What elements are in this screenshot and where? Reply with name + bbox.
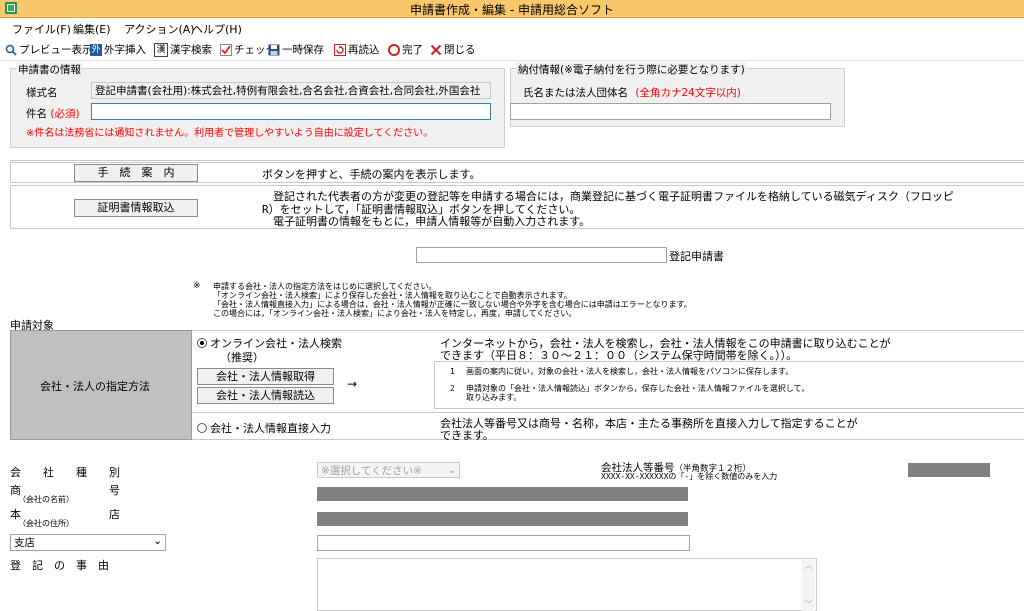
company-type-select-value: ※選択してください※ xyxy=(321,465,422,477)
subject-label: 件名 (必須) xyxy=(26,106,80,121)
corp-number-format: XXXX-XX-XXXXXXの「-」を除く数値のみを入力 xyxy=(601,472,778,481)
close-button[interactable]: 閉じる xyxy=(430,41,476,58)
trade-name-sub: （会社の名前） xyxy=(18,495,74,504)
step2-number: 2 xyxy=(450,384,455,393)
arrow-icon: → xyxy=(347,377,358,391)
step1-number: 1 xyxy=(450,367,455,376)
method-label: 会社・法人の指定方法 xyxy=(40,380,150,393)
payer-name-label-text: 氏名または法人団体名 xyxy=(523,87,628,99)
menu-edit[interactable]: 編集(E) xyxy=(73,21,111,37)
company-type-label: 会 社 種 別 xyxy=(10,466,120,479)
chevron-down-icon: ⌄ xyxy=(153,535,162,547)
preview-button[interactable]: プレビュー表示 xyxy=(5,41,93,58)
close-label: 閉じる xyxy=(444,44,476,56)
kanji-search-label: 漢字検索 xyxy=(170,44,212,56)
application-info-legend: 申請書の情報 xyxy=(16,62,83,77)
reload-icon xyxy=(334,43,346,56)
check-icon xyxy=(220,43,232,56)
subject-input[interactable] xyxy=(91,103,491,120)
radio-unselected-icon xyxy=(197,423,207,433)
corp-number-input[interactable] xyxy=(908,463,990,477)
notice-line1: 申請する会社・法人の指定方法をはじめに選択してください。 xyxy=(213,282,437,291)
radio-selected-icon xyxy=(197,338,207,348)
notice-mark: ※ xyxy=(193,281,201,291)
complete-label: 完了 xyxy=(402,44,423,56)
preview-label: プレビュー表示 xyxy=(19,44,93,56)
payment-info-legend: 納付情報(※電子納付を行う際に必要となります) xyxy=(516,62,747,77)
payer-name-label: 氏名または法人団体名 (全角カナ24文字以内) xyxy=(523,85,741,100)
required-mark: (必須) xyxy=(50,108,80,120)
branch-select[interactable]: 支店 ⌄ xyxy=(10,534,166,551)
complete-button[interactable]: 完了 xyxy=(388,41,423,58)
notice-line3: 「会社・法人情報直接入力」による場合は，会社・法人情報が正確に一致しない場合や外… xyxy=(213,300,692,309)
reason-scrollbar[interactable]: ︿ ﹀ xyxy=(802,560,815,611)
subject-label-text: 件名 xyxy=(26,108,47,120)
reload-button[interactable]: 再読込 xyxy=(334,41,380,58)
menu-file[interactable]: ファイル(F) xyxy=(12,21,71,37)
form-title-label: 登記申請書 xyxy=(669,250,724,263)
payer-name-hint: (全角カナ24文字以内) xyxy=(635,87,741,99)
divider xyxy=(10,160,1024,161)
form-name-field: 登記申請書(会社用):株式会社,特例有限会社,合名会社,合資会社,合同会社,外国… xyxy=(91,82,491,99)
close-icon xyxy=(430,44,442,56)
reason-textarea[interactable] xyxy=(317,558,817,611)
menu-bar: ファイル(F) 編集(E) アクション(A) ヘルプ(H) xyxy=(0,18,1024,38)
temp-save-button[interactable]: 一時保存 xyxy=(268,41,324,58)
form-title-input[interactable] xyxy=(416,247,667,263)
direct-desc-line2: できます。 xyxy=(440,429,494,442)
step2-text-cont: 取り込みます。 xyxy=(466,393,522,402)
scroll-down-icon[interactable]: ﹀ xyxy=(802,599,815,611)
payer-name-input[interactable] xyxy=(510,103,831,120)
notice-line4: この場合には，「オンライン会社・法人検索」により会社・法人を特定し，再度，申請し… xyxy=(213,309,577,318)
direct-desc-line1: 会社法人等番号又は商号・名称，本店・主たる事務所を直接入力して指定することが xyxy=(440,417,858,430)
head-office-sub: （会社の住所） xyxy=(18,519,74,528)
company-info-fetch-button[interactable]: 会社・法人情報取得 xyxy=(197,368,334,385)
toolbar: プレビュー表示 外 外字挿入 漢 漢字検索 チェック 一時保存 再読込 完了 閉… xyxy=(0,39,1024,61)
reason-label: 登 記 の 事 由 xyxy=(10,559,109,572)
gaiji-icon: 外 xyxy=(90,43,102,56)
direct-input-radio[interactable]: 会社・法人情報直接入力 xyxy=(197,420,331,436)
scroll-up-icon[interactable]: ︿ xyxy=(802,560,815,572)
head-office-input[interactable] xyxy=(317,512,688,526)
preview-icon xyxy=(5,44,17,56)
gaiji-label: 外字挿入 xyxy=(104,44,146,56)
title-bar: 申請書作成・編集 - 申請用総合ソフト xyxy=(0,0,1024,18)
step1-text: 画面の案内に従い，対象の会社・法人を検索し，会社・法人情報をパソコンに保存します… xyxy=(466,367,794,376)
guide-description: ボタンを押すと、手続の案内を表示します。 xyxy=(262,168,481,181)
online-search-radio[interactable]: オンライン会社・法人検索 xyxy=(197,335,342,351)
trade-name-input[interactable] xyxy=(317,487,688,501)
branch-input[interactable] xyxy=(317,535,690,551)
certificate-desc-line3: 電子証明書の情報をもとに，申請人情報等が自動入力されます。 xyxy=(273,215,591,228)
temp-save-label: 一時保存 xyxy=(282,44,324,56)
procedure-guide-button[interactable]: 手 続 案 内 xyxy=(74,164,198,182)
menu-action[interactable]: アクション(A) xyxy=(124,21,195,37)
branch-select-value: 支店 xyxy=(14,537,35,549)
certificate-import-button[interactable]: 証明書情報取込 xyxy=(74,199,198,217)
save-icon xyxy=(268,44,280,56)
step2-text: 申請対象の「会社・法人情報読込」ボタンから，保存した会社・法人情報ファイルを選択… xyxy=(466,384,809,393)
form-name-label: 様式名 xyxy=(26,87,58,99)
online-recommended: （推奨） xyxy=(220,351,264,364)
gaiji-insert-button[interactable]: 外 外字挿入 xyxy=(90,41,146,58)
kanji-search-button[interactable]: 漢 漢字検索 xyxy=(154,41,212,58)
reload-label: 再読込 xyxy=(348,44,380,56)
company-info-load-button[interactable]: 会社・法人情報読込 xyxy=(197,387,334,404)
window-title: 申請書作成・編集 - 申請用総合ソフト xyxy=(410,3,614,17)
kanji-search-icon: 漢 xyxy=(154,42,168,57)
notice-line2: 「オンライン会社・法人検索」により保存した会社・法人情報を取り込むことで自動表示… xyxy=(213,291,572,300)
menu-help[interactable]: ヘルプ(H) xyxy=(192,21,242,37)
company-type-select[interactable]: ※選択してください※ ⌄ xyxy=(317,462,460,478)
complete-icon xyxy=(388,43,400,56)
chevron-down-icon: ⌄ xyxy=(447,464,456,476)
subject-note: ※件名は法務省には通知されません。利用者で管理しやすいよう自由に設定してください… xyxy=(26,128,434,139)
direct-input-label: 会社・法人情報直接入力 xyxy=(210,422,331,435)
